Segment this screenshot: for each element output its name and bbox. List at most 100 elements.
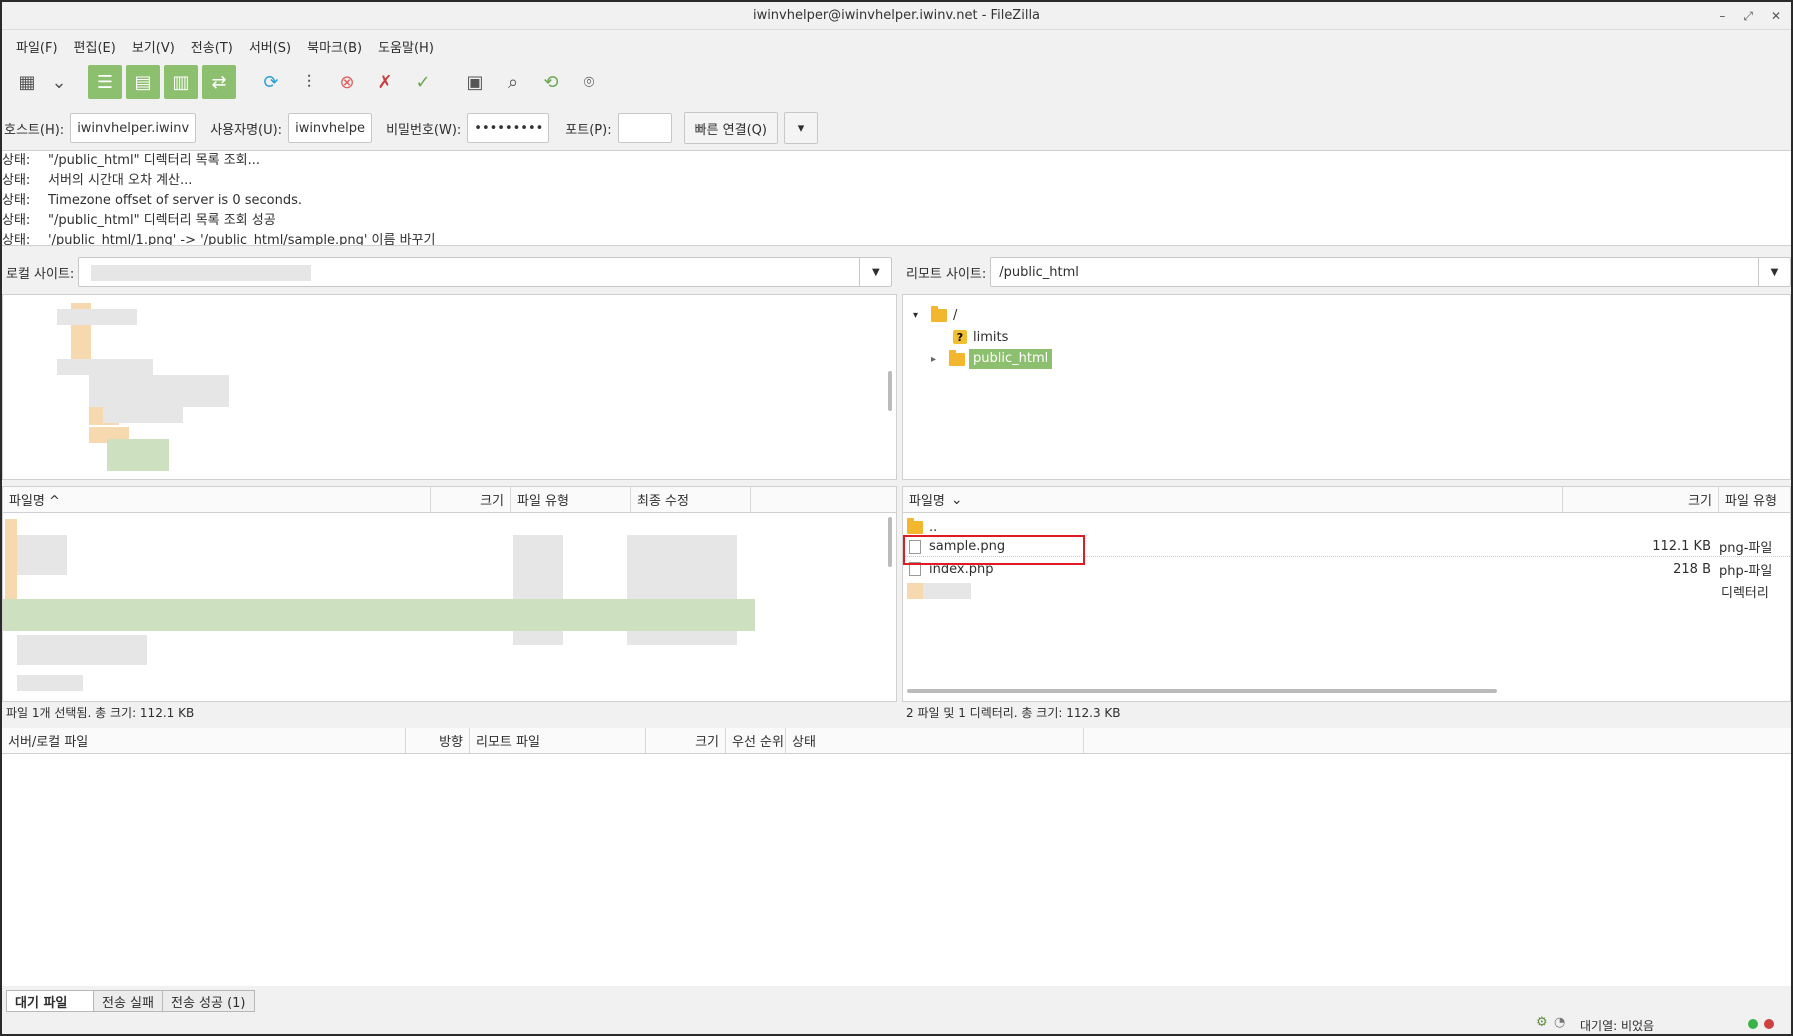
- queue-header: 서버/로컬 파일 방향 리모트 파일 크기 우선 순위 상태: [2, 728, 1791, 754]
- transfer-queue-list[interactable]: [2, 754, 1791, 986]
- column-priority[interactable]: 우선 순위: [726, 728, 786, 753]
- refresh-icon[interactable]: ⟳: [254, 65, 288, 99]
- site-manager-icon[interactable]: ▦: [10, 65, 44, 99]
- sort-descending-icon: ⌄: [950, 491, 963, 508]
- speed-limit-icon[interactable]: ◔: [1554, 1015, 1565, 1030]
- local-list-scrollbar[interactable]: [888, 517, 892, 567]
- column-modified[interactable]: 최종 수정: [631, 487, 751, 512]
- log-line: 상태: "/public_html" 디렉터리 목록 조회 성공: [2, 211, 1791, 231]
- unknown-folder-icon: ?: [953, 330, 967, 344]
- user-label: 사용자명(U):: [210, 122, 283, 138]
- close-icon[interactable]: ✕: [1771, 2, 1781, 30]
- directory-compare-icon[interactable]: ⟲: [534, 65, 568, 99]
- minimize-icon[interactable]: –: [1719, 2, 1725, 30]
- chevron-right-icon[interactable]: ▸: [931, 354, 947, 365]
- column-filetype[interactable]: 파일 유형: [511, 487, 631, 512]
- activity-upload-icon: [1748, 1019, 1758, 1029]
- gear-icon: ⚙: [1536, 1015, 1548, 1030]
- file-row-parent[interactable]: ..: [903, 517, 1790, 537]
- local-site-label: 로컬 사이트:: [6, 266, 75, 282]
- process-queue-icon[interactable]: ⫶: [292, 65, 326, 99]
- log-kind: 상태:: [2, 233, 31, 246]
- password-label: 비밀번호(W):: [386, 122, 462, 138]
- folder-icon: [907, 517, 923, 534]
- chevron-down-icon[interactable]: ▼: [859, 258, 891, 286]
- remote-list-scrollbar[interactable]: [907, 689, 1497, 693]
- quickconnect-button[interactable]: 빠른 연결(Q): [683, 112, 778, 144]
- password-input[interactable]: [467, 113, 550, 143]
- menu-transfer[interactable]: 전송(T): [183, 37, 241, 56]
- chevron-down-icon[interactable]: ▾: [913, 310, 927, 321]
- chevron-down-icon[interactable]: ⌄: [48, 65, 70, 99]
- remote-directory-tree[interactable]: ▾ / ? limits ▸ public_html: [902, 294, 1791, 480]
- remote-file-list[interactable]: 파일명 ⌄ 크기 파일 유형 .. sample.png 112.1 KB pn…: [902, 486, 1791, 702]
- quickconnect-bar: 호스트(H): 사용자명(U): 비밀번호(W): 포트(P): 빠른 연결(Q…: [2, 110, 1791, 146]
- remote-site-value: /public_html: [999, 264, 1079, 280]
- local-site-combo[interactable]: ▼: [78, 257, 893, 287]
- column-filename-label: 파일명: [909, 494, 945, 509]
- host-input[interactable]: [70, 113, 197, 143]
- folder-icon: [949, 349, 965, 366]
- local-file-list-header: 파일명 ^ 크기 파일 유형 최종 수정: [3, 487, 896, 513]
- local-file-list[interactable]: 파일명 ^ 크기 파일 유형 최종 수정: [2, 486, 897, 702]
- disconnect-icon[interactable]: ✗: [368, 65, 402, 99]
- column-size[interactable]: 크기: [646, 728, 726, 753]
- local-tree-scrollbar[interactable]: [888, 371, 892, 411]
- reconnect-icon[interactable]: ✓: [406, 65, 440, 99]
- tab-failed-transfers[interactable]: 전송 실패: [93, 990, 163, 1012]
- tree-node-label: limits: [973, 329, 1009, 345]
- menu-edit[interactable]: 편집(E): [66, 37, 124, 56]
- log-kind: 상태:: [2, 173, 31, 188]
- highlight-box: [903, 535, 1085, 565]
- tree-node-limits[interactable]: ? limits: [953, 327, 1008, 347]
- directory-listing-filter-icon[interactable]: ▣: [458, 65, 492, 99]
- column-filename[interactable]: 파일명 ^: [3, 487, 431, 512]
- log-text: Timezone offset of server is 0 seconds.: [48, 193, 303, 208]
- port-label: 포트(P):: [565, 122, 612, 138]
- transfer-queue-icon[interactable]: ⇄: [202, 65, 236, 99]
- column-status[interactable]: 상태: [786, 728, 1084, 753]
- message-log-icon[interactable]: ☰: [88, 65, 122, 99]
- column-filename[interactable]: 파일명 ⌄: [903, 487, 1563, 512]
- column-remote-file[interactable]: 리모트 파일: [470, 728, 646, 753]
- local-site-bar: 로컬 사이트: ▼: [2, 252, 897, 292]
- column-size[interactable]: 크기: [431, 487, 511, 512]
- menu-help[interactable]: 도움말(H): [370, 37, 442, 56]
- tree-node-root[interactable]: ▾ /: [913, 305, 957, 325]
- local-status: 파일 1개 선택됨. 총 크기: 112.1 KB: [6, 706, 195, 720]
- username-input[interactable]: [288, 113, 373, 143]
- local-tree-icon[interactable]: ▤: [126, 65, 160, 99]
- column-direction[interactable]: 방향: [406, 728, 470, 753]
- menu-server[interactable]: 서버(S): [241, 37, 299, 56]
- tree-node-public-html[interactable]: ▸ public_html: [931, 349, 1053, 369]
- remote-tree-icon[interactable]: ▥: [164, 65, 198, 99]
- log-text: "/public_html" 디렉터리 목록 조회...: [48, 153, 261, 168]
- port-input[interactable]: [617, 113, 672, 143]
- log-text: 서버의 시간대 오차 계산...: [48, 173, 193, 188]
- sync-browsing-icon[interactable]: ⌕: [496, 65, 530, 99]
- host-label: 호스트(H):: [4, 122, 65, 138]
- status-bar: ⚙ ◔ 대기열: 비었음: [2, 1014, 1791, 1034]
- restore-icon[interactable]: ⤢: [1743, 2, 1753, 30]
- search-files-icon[interactable]: ⌾: [572, 65, 606, 99]
- folder-icon: [931, 305, 947, 322]
- column-server-local-file[interactable]: 서버/로컬 파일: [2, 728, 406, 753]
- tab-successful-transfers[interactable]: 전송 성공 (1): [161, 990, 255, 1012]
- menu-bookmarks[interactable]: 북마크(B): [299, 37, 370, 56]
- tab-queued-files[interactable]: 대기 파일: [6, 990, 94, 1012]
- local-directory-tree[interactable]: [2, 294, 897, 480]
- file-size: 112.1 KB: [1652, 539, 1711, 554]
- log-line: 상태: '/public_html/1.png' -> '/public_htm…: [2, 231, 1791, 246]
- chevron-down-icon[interactable]: ▼: [1758, 258, 1790, 286]
- cancel-icon[interactable]: ⊗: [330, 65, 364, 99]
- activity-download-icon: [1764, 1019, 1774, 1029]
- title-bar: iwinvhelper@iwinvhelper.iwinv.net - File…: [2, 2, 1791, 30]
- menu-file[interactable]: 파일(F): [8, 37, 66, 56]
- quickconnect-history-button[interactable]: ▾: [783, 112, 818, 144]
- file-row-directory[interactable]: 디렉터리: [903, 581, 1790, 601]
- remote-site-combo[interactable]: /public_html ▼: [990, 257, 1791, 287]
- column-size[interactable]: 크기: [1563, 487, 1719, 512]
- log-line: 상태: 서버의 시간대 오차 계산...: [2, 171, 1791, 191]
- menu-view[interactable]: 보기(V): [124, 37, 183, 56]
- column-filetype[interactable]: 파일 유형: [1719, 487, 1789, 512]
